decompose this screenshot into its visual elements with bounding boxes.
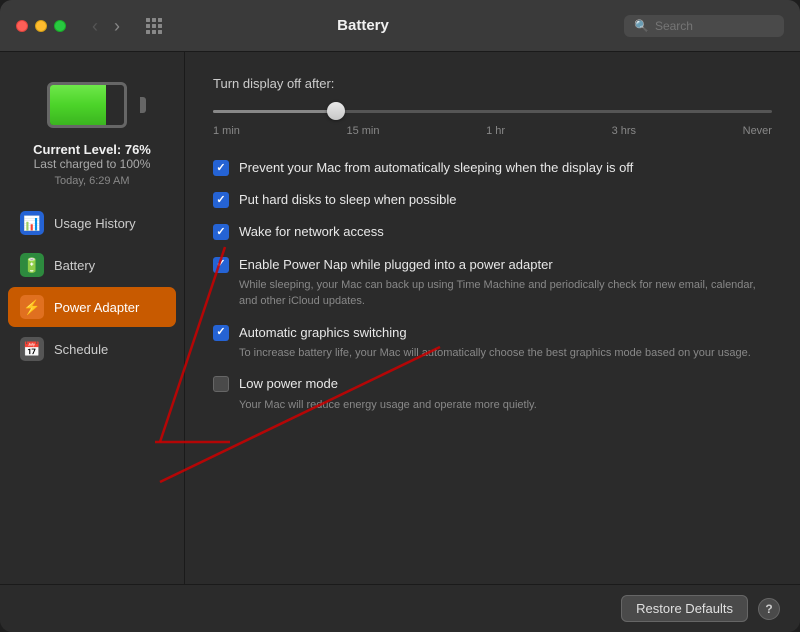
option-label-prevent-sleep: Prevent your Mac from automatically slee… (239, 159, 633, 177)
slider-label: Turn display off after: (213, 76, 772, 91)
sidebar-item-usage-history[interactable]: 📊 Usage History (8, 203, 176, 243)
option-desc-power-nap: While sleeping, your Mac can back up usi… (239, 277, 772, 310)
schedule-icon: 📅 (20, 337, 44, 361)
slider-ticks: 1 min 15 min 1 hr 3 hrs Never (213, 125, 772, 137)
maximize-button[interactable] (54, 20, 66, 32)
slider-thumb[interactable] (327, 102, 345, 120)
search-box[interactable]: 🔍 (624, 15, 784, 37)
option-label-auto-graphics: Automatic graphics switching (239, 324, 751, 342)
sidebar-item-power-adapter[interactable]: ⚡ Power Adapter (8, 287, 176, 327)
usage-history-label: Usage History (54, 216, 136, 231)
battery-nav-icon: 🔋 (20, 253, 44, 277)
checkmark-power-nap: ✓ (216, 259, 225, 270)
checkmark-prevent-sleep: ✓ (216, 163, 225, 174)
battery-time-text: Today, 6:29 AM (54, 175, 129, 187)
minimize-button[interactable] (35, 20, 47, 32)
battery-status: Current Level: 76% Last charged to 100% (33, 142, 151, 171)
tick-1min: 1 min (213, 125, 240, 137)
restore-defaults-button[interactable]: Restore Defaults (621, 595, 748, 622)
bottom-bar: Restore Defaults ? (0, 584, 800, 632)
battery-terminal (140, 97, 146, 113)
battery-fill (50, 85, 106, 125)
schedule-label: Schedule (54, 342, 108, 357)
tick-15min: 15 min (346, 125, 379, 137)
option-power-nap: ✓ Enable Power Nap while plugged into a … (213, 256, 772, 310)
slider-fill (213, 110, 336, 113)
sidebar-item-schedule[interactable]: 📅 Schedule (8, 329, 176, 369)
checkbox-prevent-sleep[interactable]: ✓ (213, 160, 229, 176)
checkmark-hard-disk: ✓ (216, 195, 225, 206)
option-desc-low-power: Your Mac will reduce energy usage and op… (239, 397, 537, 414)
tick-3hrs: 3 hrs (612, 125, 636, 137)
window-title: Battery (114, 17, 612, 34)
option-prevent-sleep: ✓ Prevent your Mac from automatically sl… (213, 159, 772, 177)
option-label-wake-network: Wake for network access (239, 223, 384, 241)
slider-track[interactable] (213, 101, 772, 121)
option-label-low-power: Low power mode (239, 375, 537, 393)
battery-icon (47, 82, 137, 128)
checkmark-wake-network: ✓ (216, 227, 225, 238)
option-hard-disk: ✓ Put hard disks to sleep when possible (213, 191, 772, 209)
option-label-hard-disk: Put hard disks to sleep when possible (239, 191, 457, 209)
power-adapter-icon: ⚡ (20, 295, 44, 319)
tick-1hr: 1 hr (486, 125, 505, 137)
option-label-power-nap: Enable Power Nap while plugged into a po… (239, 256, 772, 274)
close-button[interactable] (16, 20, 28, 32)
slider-container: Turn display off after: 1 min 15 min 1 h… (213, 76, 772, 137)
titlebar: ‹ › Battery 🔍 (0, 0, 800, 52)
battery-charged-text: Last charged to 100% (33, 157, 151, 171)
battery-icon-container (47, 82, 137, 128)
sidebar-item-battery[interactable]: 🔋 Battery (8, 245, 176, 285)
checkbox-auto-graphics[interactable]: ✓ (213, 325, 229, 341)
option-desc-auto-graphics: To increase battery life, your Mac will … (239, 345, 751, 362)
search-input[interactable] (655, 19, 774, 33)
sidebar-nav: 📊 Usage History 🔋 Battery ⚡ Power Adapte… (0, 203, 184, 369)
checkbox-hard-disk[interactable]: ✓ (213, 192, 229, 208)
back-button[interactable]: ‹ (86, 15, 104, 37)
power-adapter-label: Power Adapter (54, 300, 139, 315)
main-window: ‹ › Battery 🔍 Cur (0, 0, 800, 632)
search-icon: 🔍 (634, 19, 649, 33)
checkbox-low-power[interactable] (213, 376, 229, 392)
checkbox-power-nap[interactable]: ✓ (213, 257, 229, 273)
sidebar: Current Level: 76% Last charged to 100% … (0, 52, 185, 584)
usage-history-icon: 📊 (20, 211, 44, 235)
option-wake-network: ✓ Wake for network access (213, 223, 772, 241)
battery-level-text: Current Level: 76% (33, 142, 151, 157)
checkmark-auto-graphics: ✓ (216, 327, 225, 338)
slider-line (213, 110, 772, 113)
main-body: Current Level: 76% Last charged to 100% … (0, 52, 800, 584)
help-button[interactable]: ? (758, 598, 780, 620)
battery-nav-label: Battery (54, 258, 95, 273)
content-panel: Turn display off after: 1 min 15 min 1 h… (185, 52, 800, 584)
tick-never: Never (743, 125, 772, 137)
option-low-power: Low power mode Your Mac will reduce ener… (213, 375, 772, 413)
traffic-lights (16, 20, 66, 32)
checkbox-wake-network[interactable]: ✓ (213, 224, 229, 240)
option-auto-graphics: ✓ Automatic graphics switching To increa… (213, 324, 772, 362)
